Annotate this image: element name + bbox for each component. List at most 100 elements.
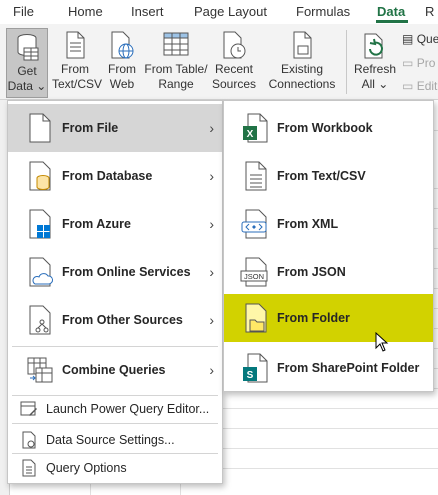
menu-item-from-database[interactable]: From Database › [8,152,222,200]
from-table-range-label-2: Range [158,77,194,91]
get-data-icon [17,34,39,61]
from-file-submenu: X From Workbook From Text/CSV From XML J… [223,100,434,392]
ribbon: Get Data ⌄ From Text/CSV From Web From T… [0,24,438,100]
menu-item-label: Data Source Settings... [46,433,175,447]
submenu-item-from-workbook[interactable]: X From Workbook [224,104,433,152]
edit-links-icon: ▭ [402,79,414,93]
submenu-item-label: From SharePoint Folder [277,361,420,375]
from-table-range-label-1: From Table/ [144,62,208,76]
tab-formulas[interactable]: Formulas [296,4,350,19]
submenu-item-from-folder[interactable]: From Folder [224,294,433,342]
from-text-csv-label-2: Text/CSV [52,77,103,91]
queries-connections-button[interactable]: ▤ Que [402,32,438,46]
submenu-item-label: From Workbook [277,121,373,135]
edit-links-button[interactable]: ▭ Edit [402,79,437,93]
edit-links-label: Edit [416,79,438,93]
tab-insert[interactable]: Insert [131,4,164,19]
submenu-item-label: From JSON [277,265,346,279]
chevron-right-icon: › [209,264,214,280]
chevron-right-icon: › [209,216,214,232]
refresh-all-button[interactable]: Refresh All ⌄ [353,30,397,92]
excel-workbook-icon: X [243,113,268,143]
menu-item-from-file[interactable]: From File › [8,104,222,152]
azure-icon [29,209,51,239]
mouse-cursor-icon [375,332,389,352]
menu-item-label: From Azure [62,217,131,231]
query-options-icon [22,459,36,477]
menu-item-from-azure[interactable]: From Azure › [8,200,222,248]
menu-separator [12,423,218,424]
menu-item-launch-power-query-editor[interactable]: Launch Power Query Editor... [8,396,222,422]
cloud-icon [29,257,53,287]
submenu-item-from-xml[interactable]: From XML [224,200,433,248]
menu-item-label: Launch Power Query Editor... [46,402,210,416]
refresh-all-label-1: Refresh [353,62,397,76]
properties-button[interactable]: ▭ Pro [402,56,435,70]
from-web-button[interactable]: From Web [104,30,140,92]
tab-data[interactable]: Data [377,4,405,19]
chevron-right-icon: › [209,120,214,136]
svg-text:JSON: JSON [244,272,264,281]
submenu-item-label: From XML [277,217,339,231]
from-text-csv-button[interactable]: From Text/CSV [52,30,103,92]
text-file-icon [66,31,85,59]
tab-review[interactable]: R [425,4,434,19]
menu-item-from-other-sources[interactable]: From Other Sources › [8,296,222,344]
json-icon: JSON [240,257,268,287]
tab-page-layout[interactable]: Page Layout [194,4,267,19]
chevron-right-icon: › [209,312,214,328]
web-icon [111,31,134,59]
recent-sources-icon [223,31,246,59]
menu-item-combine-queries[interactable]: Combine Queries › [8,346,222,394]
chevron-right-icon: › [209,362,214,378]
submenu-item-from-json[interactable]: JSON From JSON [224,248,433,296]
data-source-settings-icon [22,431,36,449]
menu-item-data-source-settings[interactable]: Data Source Settings... [8,427,222,453]
menu-item-label: Query Options [46,461,127,475]
submenu-item-from-text-csv[interactable]: From Text/CSV [224,152,433,200]
chevron-right-icon: › [209,168,214,184]
existing-connections-button[interactable]: Existing Connections [266,30,338,92]
menu-item-label: From Online Services [62,265,191,279]
combine-queries-icon [27,357,53,383]
properties-icon: ▭ [402,56,414,70]
get-data-button[interactable]: Get Data ⌄ [6,28,48,98]
database-icon [29,161,51,191]
folder-icon [245,303,267,333]
existing-connections-label-1: Existing [280,62,324,76]
get-data-label-1: Get [17,64,37,78]
from-web-label-2: Web [109,77,135,91]
properties-label: Pro [416,56,436,70]
submenu-item-label: From Folder [277,311,350,325]
svg-text:X: X [247,129,254,140]
queries-label: Que [416,32,438,46]
submenu-item-label: From Text/CSV [277,169,366,183]
ribbon-tab-bar: File Home Insert Page Layout Formulas Da… [0,0,438,24]
menu-item-query-options[interactable]: Query Options [8,455,222,481]
tab-home[interactable]: Home [68,4,103,19]
from-table-range-button[interactable]: From Table/ Range [144,30,208,92]
recent-sources-label-1: Recent [214,62,254,76]
menu-separator [12,453,218,454]
from-text-csv-label-1: From [61,62,89,76]
menu-item-label: From Other Sources [62,313,183,327]
other-sources-icon [29,305,51,335]
get-data-menu: From File › From Database › From Azure ›… [7,100,223,484]
refresh-icon [364,33,383,59]
menu-item-label: From Database [62,169,153,183]
submenu-item-from-sharepoint-folder[interactable]: S From SharePoint Folder [224,344,433,392]
recent-sources-label-2: Sources [211,77,257,91]
tab-file[interactable]: File [13,4,34,19]
menu-item-label: From File [62,121,119,135]
existing-connections-label-2: Connections [268,77,336,91]
menu-item-from-online-services[interactable]: From Online Services › [8,248,222,296]
refresh-all-label-2: All ⌄ [361,77,389,91]
ribbon-group-separator [346,30,347,94]
from-web-label-1: From [108,62,136,76]
get-data-label-2: Data ⌄ [7,79,47,93]
recent-sources-button[interactable]: Recent Sources [211,30,257,92]
queries-icon: ▤ [402,32,414,46]
svg-text:S: S [247,370,254,381]
power-query-editor-icon [20,401,37,416]
text-file-icon [245,161,267,191]
